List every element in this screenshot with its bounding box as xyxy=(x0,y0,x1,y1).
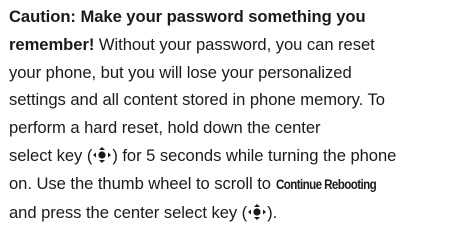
caution-line-6-after: ) for 5 seconds while turning the phone xyxy=(112,145,397,165)
continue-rebooting-wrap: Continue Rebooting xyxy=(276,170,426,199)
select-key-icon-2 xyxy=(247,203,267,221)
caution-paragraph: Caution: Make your password something yo… xyxy=(9,3,461,226)
caution-heading-line-1: Caution: Make your password something yo… xyxy=(9,7,366,26)
caution-line-3: your phone, but you will lose your perso… xyxy=(9,62,352,82)
caution-line-6: select key ( ) for 5 seconds while turnin… xyxy=(9,142,461,170)
caution-line-4: settings and all content stored in phone… xyxy=(9,90,385,110)
caution-line-7-before: on. Use the thumb wheel to scroll to xyxy=(9,173,276,193)
caution-line-8: and press the center select key (). xyxy=(9,199,461,227)
remember-emphasis: remember! xyxy=(9,34,95,54)
caution-line-8-after: ). xyxy=(267,202,278,222)
caution-line-8-before: and press the center select key ( xyxy=(9,202,248,222)
caution-line-2-text: Without your password, you can reset xyxy=(94,34,375,54)
continue-rebooting-label: Continue Rebooting xyxy=(275,176,377,192)
select-key-icon xyxy=(92,146,112,164)
caution-line-2: remember! Without your password, you can… xyxy=(9,31,461,59)
caution-line-7: on. Use the thumb wheel to scroll to Con… xyxy=(9,170,461,199)
caution-line-5: perform a hard reset, hold down the cent… xyxy=(9,118,321,138)
caution-line-6-before: select key ( xyxy=(9,145,93,165)
